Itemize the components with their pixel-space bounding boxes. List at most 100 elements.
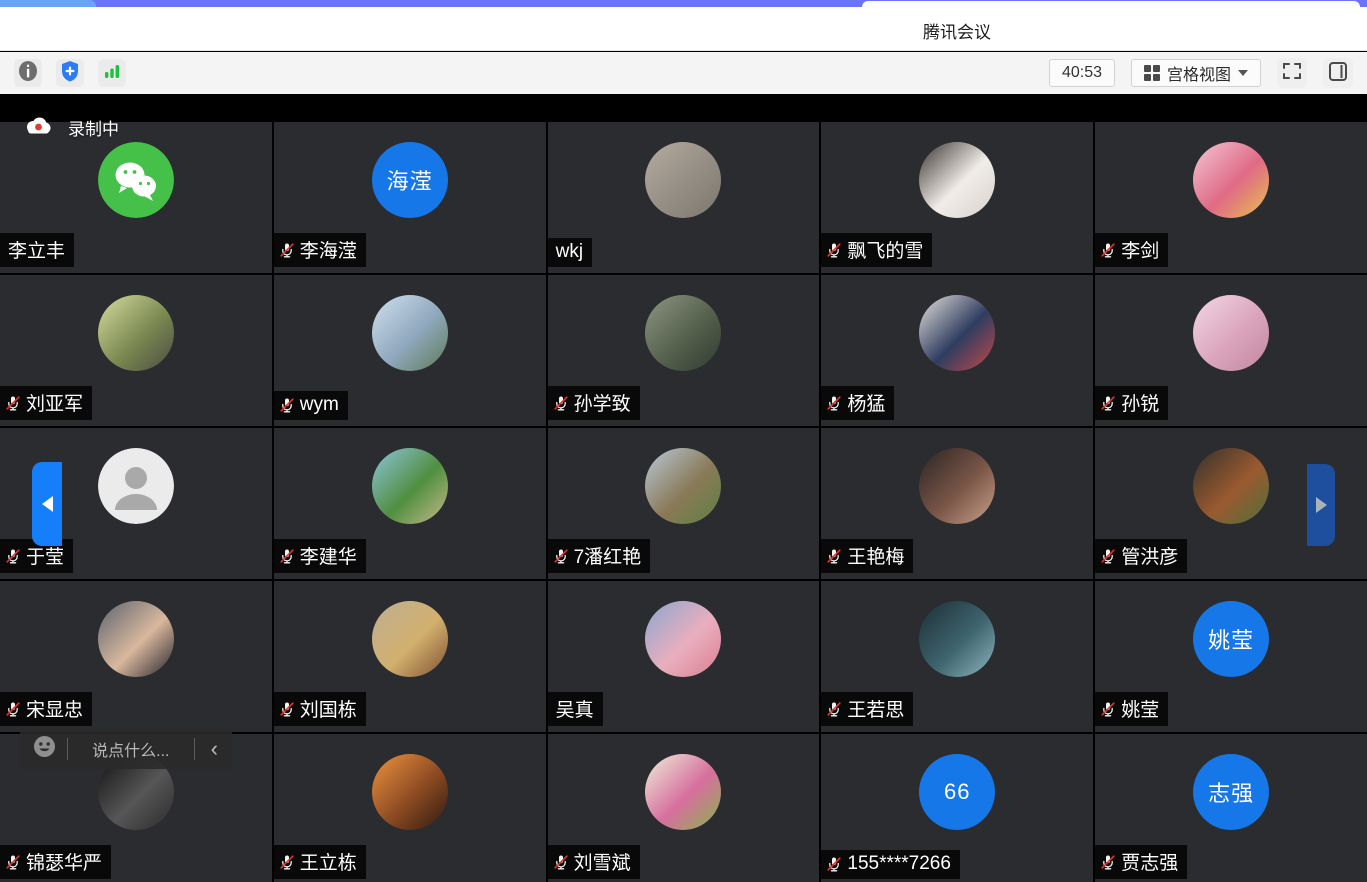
- chevron-left-icon[interactable]: ‹: [205, 738, 224, 760]
- participant-tile[interactable]: 王立栋: [274, 734, 546, 882]
- photo-avatar: [372, 448, 448, 524]
- meeting-info-button[interactable]: [14, 59, 42, 87]
- mic-muted-icon: [553, 395, 569, 411]
- participant-tile[interactable]: wkj: [548, 122, 820, 273]
- mic-muted-icon: [553, 548, 569, 564]
- participant-tile[interactable]: 飘飞的雪: [821, 122, 1093, 273]
- participant-tile[interactable]: 李剑: [1095, 122, 1367, 273]
- grid-view-icon: [1144, 65, 1160, 81]
- participant-name-label: 7潘红艳: [548, 539, 651, 573]
- participant-tile[interactable]: 66 155****7266: [821, 734, 1093, 882]
- smiley-icon[interactable]: [32, 734, 57, 764]
- photo-avatar: [98, 601, 174, 677]
- fullscreen-button[interactable]: [1277, 58, 1307, 88]
- participant-name-label: 飘飞的雪: [821, 233, 932, 267]
- mic-muted-icon: [826, 242, 842, 258]
- mic-muted-icon: [826, 395, 842, 411]
- participant-tile[interactable]: 刘国栋: [274, 581, 546, 732]
- participant-name-label: 刘国栋: [274, 692, 366, 726]
- photo-avatar: [645, 142, 721, 218]
- photo-avatar: [919, 601, 995, 677]
- participant-tile[interactable]: 杨猛: [821, 275, 1093, 426]
- mic-muted-icon: [279, 397, 295, 413]
- chat-input[interactable]: 说点什么...: [78, 737, 184, 761]
- meeting-toolbar: 40:53 宫格视图: [0, 52, 1367, 94]
- participant-name: wym: [300, 394, 339, 416]
- network-quality-button[interactable]: [98, 59, 126, 87]
- toolbar-left-group: [14, 59, 126, 87]
- mic-muted-icon: [5, 548, 21, 564]
- security-button[interactable]: [56, 59, 84, 87]
- participant-name: 锦瑟华严: [26, 848, 102, 875]
- participant-name: 于莹: [26, 542, 64, 569]
- mic-muted-icon: [826, 701, 842, 717]
- view-mode-button[interactable]: 宫格视图: [1131, 59, 1261, 87]
- participant-tile[interactable]: 刘雪斌: [548, 734, 820, 882]
- participant-tile[interactable]: 孙锐: [1095, 275, 1367, 426]
- tencent-meeting-window: 腾讯会议 40:53 宫格视图: [0, 0, 1367, 882]
- participant-tile[interactable]: 7潘红艳: [548, 428, 820, 579]
- photo-avatar: [1193, 142, 1269, 218]
- photo-avatar: [98, 295, 174, 371]
- participant-name: 李建华: [300, 542, 357, 569]
- participant-tile[interactable]: 孙学致: [548, 275, 820, 426]
- participant-tile[interactable]: 王若思: [821, 581, 1093, 732]
- recording-label: 录制中: [68, 115, 119, 140]
- participant-name: 吴真: [556, 695, 594, 722]
- mic-muted-icon: [5, 701, 21, 717]
- mic-muted-icon: [826, 548, 842, 564]
- title-bar: 腾讯会议: [0, 7, 1367, 51]
- photo-avatar: [372, 601, 448, 677]
- toolbar-right-group: 40:53 宫格视图: [1049, 58, 1353, 88]
- participant-name-label: 刘亚军: [0, 386, 92, 420]
- participant-avatar-initials: 海滢: [372, 142, 448, 218]
- participant-tile[interactable]: 王艳梅: [821, 428, 1093, 579]
- participant-name-label: 刘雪斌: [548, 845, 640, 879]
- participant-name: 飘飞的雪: [847, 236, 923, 263]
- participant-avatar-initials: 志强: [1193, 754, 1269, 830]
- photo-avatar: [1193, 448, 1269, 524]
- participant-tile[interactable]: 姚莹 姚莹: [1095, 581, 1367, 732]
- mic-muted-icon: [5, 395, 21, 411]
- participant-name: 姚莹: [1121, 695, 1159, 722]
- participant-tile[interactable]: 海滢 李海滢: [274, 122, 546, 273]
- participant-name-label: 管洪彦: [1095, 539, 1187, 573]
- participant-name: 管洪彦: [1121, 542, 1178, 569]
- participant-name: 孙锐: [1121, 389, 1159, 416]
- participant-name: 刘雪斌: [574, 848, 631, 875]
- participant-name-label: 宋显忠: [0, 692, 92, 726]
- participant-tile[interactable]: 吴真: [548, 581, 820, 732]
- chat-divider: [67, 738, 68, 760]
- page-left-button[interactable]: [32, 462, 62, 546]
- participant-name: 王艳梅: [847, 542, 904, 569]
- participant-tile[interactable]: 宋显忠: [0, 581, 272, 732]
- participant-tile[interactable]: 志强 贾志强: [1095, 734, 1367, 882]
- participant-name-label: 吴真: [548, 692, 603, 726]
- photo-avatar: [919, 448, 995, 524]
- mic-muted-icon: [1100, 548, 1116, 564]
- participant-tile[interactable]: 李立丰: [0, 122, 272, 273]
- layout-panel-icon: [1326, 59, 1350, 88]
- participant-name-label: 锦瑟华严: [0, 845, 111, 879]
- participant-name: 王立栋: [300, 848, 357, 875]
- participant-name-label: 王立栋: [274, 845, 366, 879]
- participant-name: 宋显忠: [26, 695, 83, 722]
- page-right-button[interactable]: [1307, 464, 1335, 546]
- browser-tab-strip: [0, 0, 1367, 7]
- mic-muted-icon: [1100, 701, 1116, 717]
- network-signal-icon: [102, 61, 122, 86]
- view-mode-label: 宫格视图: [1167, 61, 1231, 85]
- photo-avatar: [372, 295, 448, 371]
- participant-tile[interactable]: wym: [274, 275, 546, 426]
- security-shield-icon: [60, 60, 80, 87]
- participant-tile[interactable]: 刘亚军: [0, 275, 272, 426]
- mic-muted-icon: [5, 854, 21, 870]
- participant-name: 李海滢: [300, 236, 357, 263]
- participant-name: 贾志强: [1121, 848, 1178, 875]
- participant-name-label: 王若思: [821, 692, 913, 726]
- participant-name: 孙学致: [574, 389, 631, 416]
- participant-name-label: 贾志强: [1095, 845, 1187, 879]
- layout-panel-button[interactable]: [1323, 58, 1353, 88]
- participant-tile[interactable]: 李建华: [274, 428, 546, 579]
- mic-muted-icon: [1100, 242, 1116, 258]
